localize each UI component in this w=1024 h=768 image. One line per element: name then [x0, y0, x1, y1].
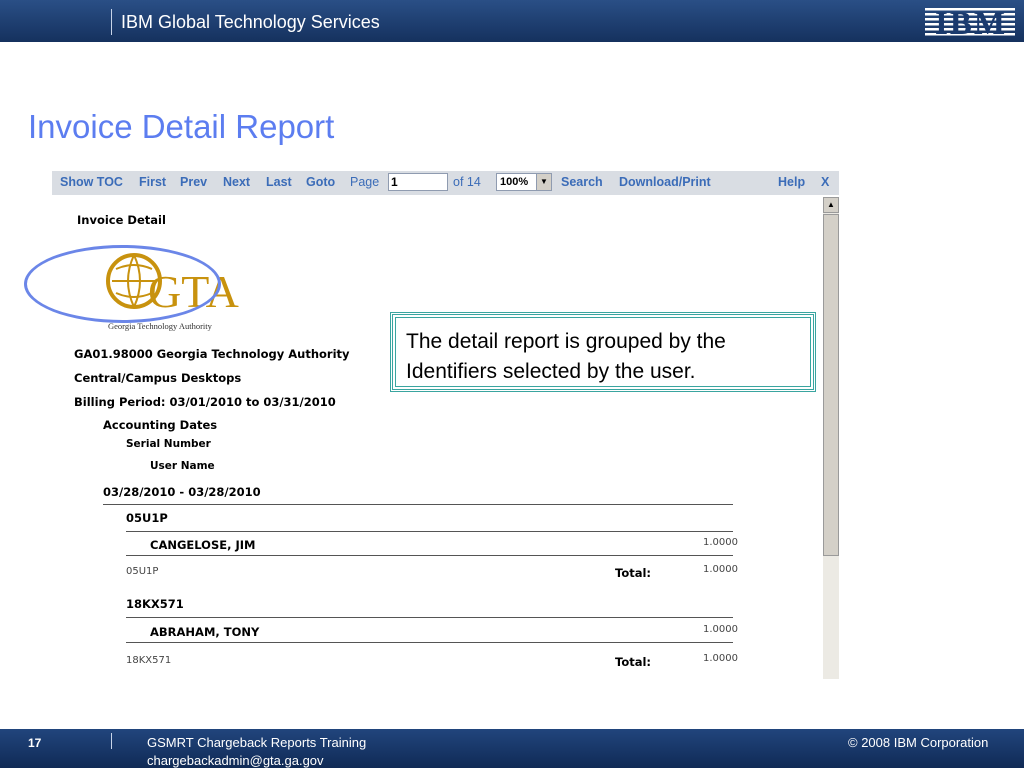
first-link[interactable]: First: [139, 175, 166, 189]
report-viewer: Show TOC First Prev Next Last Goto Page …: [52, 171, 839, 679]
zoom-value: 100%: [500, 176, 529, 188]
footer-divider: [111, 733, 112, 749]
billing-period: Billing Period: 03/01/2010 to 03/31/2010: [74, 395, 336, 409]
identifier-accounting-dates: Accounting Dates: [103, 418, 218, 432]
divider: [126, 531, 733, 532]
serial-heading: 05U1P: [126, 511, 168, 525]
vertical-scrollbar[interactable]: ▲: [823, 197, 839, 679]
slide-title: Invoice Detail Report: [28, 108, 335, 145]
total-label: Total:: [615, 566, 652, 580]
divider: [126, 642, 733, 643]
user-value: 1.0000: [703, 537, 738, 548]
course-title: GSMRT Chargeback Reports Training: [147, 735, 367, 750]
scroll-thumb[interactable]: [823, 214, 839, 556]
divider: [126, 617, 733, 618]
total-value: 1.0000: [703, 564, 738, 575]
prev-link[interactable]: Prev: [180, 175, 207, 189]
download-print-link[interactable]: Download/Print: [619, 175, 711, 189]
serial-heading: 18KX571: [126, 597, 184, 611]
highlight-circle: [24, 245, 221, 323]
slide-number: 17: [28, 736, 42, 750]
serial-footer: 05U1P: [126, 566, 159, 577]
goto-link[interactable]: Goto: [306, 175, 335, 189]
chevron-down-icon[interactable]: ▼: [536, 174, 551, 190]
divider: [126, 555, 733, 556]
identifier-serial-number: Serial Number: [126, 438, 211, 450]
report-heading: Invoice Detail: [77, 213, 166, 227]
user-name: CANGELOSE, JIM: [150, 538, 256, 552]
page-input[interactable]: 1: [388, 173, 448, 191]
viewer-toolbar: Show TOC First Prev Next Last Goto Page …: [52, 171, 839, 195]
svg-text:IBM: IBM: [935, 6, 1007, 37]
user-value: 1.0000: [703, 624, 738, 635]
total-value: 1.0000: [703, 653, 738, 664]
page-label: Page: [350, 175, 380, 189]
help-link[interactable]: Help: [778, 175, 805, 189]
zoom-select[interactable]: 100% ▼: [496, 173, 552, 191]
user-name: ABRAHAM, TONY: [150, 625, 260, 639]
divider: [103, 504, 733, 505]
header-banner: IBM Global Technology Services IBM: [0, 0, 1024, 42]
group-name: Central/Campus Desktops: [74, 371, 242, 385]
callout-text: The detail report is grouped by the Iden…: [395, 317, 811, 387]
scroll-up-icon[interactable]: ▲: [823, 197, 839, 213]
total-label: Total:: [615, 655, 652, 669]
page-count: of 14: [453, 175, 481, 189]
date-range: 03/28/2010 - 03/28/2010: [103, 485, 261, 499]
last-link[interactable]: Last: [266, 175, 292, 189]
footer-banner: 17 GSMRT Chargeback Reports Training cha…: [0, 729, 1024, 768]
search-link[interactable]: Search: [561, 175, 603, 189]
header-brand: IBM Global Technology Services: [121, 12, 380, 32]
next-link[interactable]: Next: [223, 175, 250, 189]
ibm-logo: IBM: [925, 6, 1015, 37]
org-name: GA01.98000 Georgia Technology Authority: [74, 347, 350, 361]
callout-box: The detail report is grouped by the Iden…: [390, 312, 816, 392]
serial-footer: 18KX571: [126, 655, 172, 666]
contact-email: chargebackadmin@gta.ga.gov: [147, 753, 324, 768]
show-toc-link[interactable]: Show TOC: [60, 175, 123, 189]
copyright: © 2008 IBM Corporation: [848, 735, 989, 750]
close-icon[interactable]: X: [821, 175, 829, 189]
identifier-user-name: User Name: [150, 460, 215, 472]
header-divider: [111, 9, 112, 35]
